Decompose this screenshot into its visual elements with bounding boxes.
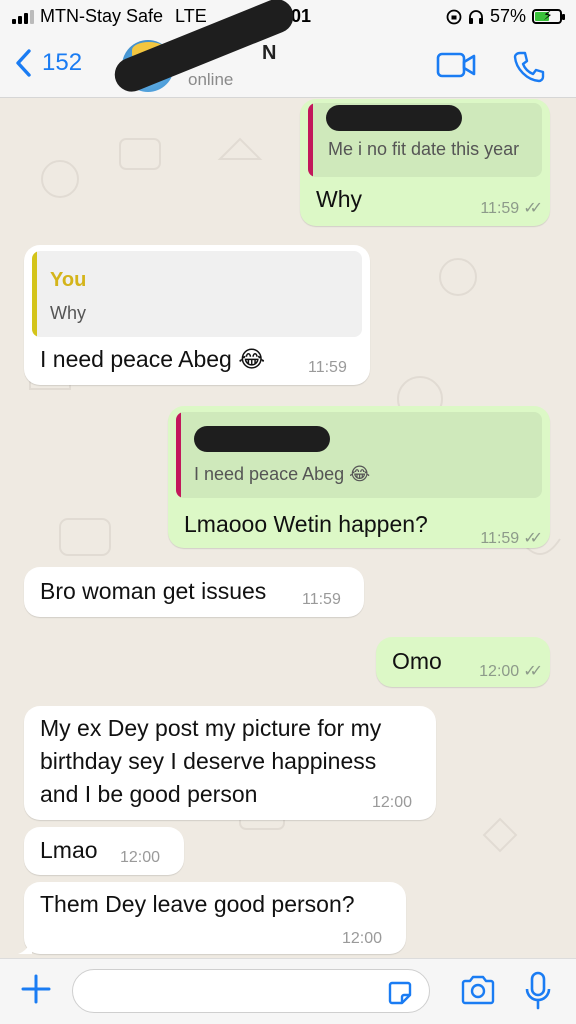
microphone-icon[interactable] — [524, 971, 552, 1011]
message-text: Lmao — [40, 837, 98, 863]
chat-header: 152 N online — [0, 0, 576, 98]
message-bubble-incoming[interactable]: Lmao 12:00 — [24, 827, 184, 875]
message-bubble-incoming[interactable]: You Why I need peace Abeg 😂 11:59 — [24, 245, 370, 385]
message-text: Lmaooo Wetin happen? — [184, 511, 428, 537]
quote-text: Me i no fit date this year — [328, 139, 520, 159]
message-text: Them Dey leave good person? — [40, 891, 355, 917]
chevron-left-icon — [16, 49, 31, 77]
message-composer — [0, 958, 576, 1024]
quoted-message[interactable]: I need peace Abeg 😂 — [176, 412, 542, 498]
orientation-lock-icon — [446, 9, 462, 24]
video-call-icon[interactable] — [436, 50, 476, 80]
read-ticks-icon: ✓✓ — [523, 663, 543, 680]
message-time: 12:00 ✓✓ — [479, 663, 543, 680]
quote-bar — [308, 103, 313, 177]
charging-icon: ⚡ — [543, 7, 553, 23]
message-line: birthday sey I deserve happiness — [40, 748, 377, 774]
message-input[interactable] — [72, 969, 430, 1013]
quote-bar — [176, 412, 181, 498]
message-time: 11:59 — [302, 591, 341, 608]
bubble-tail — [18, 940, 32, 954]
message-time: 11:59 ✓✓ — [480, 530, 543, 547]
quoted-message[interactable]: You Why — [32, 251, 362, 337]
message-bubble-incoming[interactable]: Them Dey leave good person? 12:00 — [18, 882, 406, 954]
message-bubble-incoming[interactable]: Bro woman get issues 11:59 — [24, 567, 364, 617]
message-bubble-outgoing[interactable]: Omo 12:00 ✓✓ — [376, 637, 550, 687]
message-time: 12:00 — [342, 930, 383, 947]
quote-text: Why — [50, 303, 86, 323]
read-ticks-icon: ✓✓ — [523, 200, 543, 217]
unread-count: 152 — [42, 49, 83, 76]
quote-author: You — [50, 269, 87, 291]
message-bubble-outgoing[interactable]: Me i no fit date this year Why 11:59 ✓✓ — [300, 99, 550, 226]
contact-status: online — [188, 70, 234, 89]
message-time: 11:59 — [308, 359, 347, 376]
quote-text: I need peace Abeg 😂 — [194, 464, 371, 484]
redaction-mark — [326, 105, 462, 131]
contact-name[interactable]: N — [262, 42, 276, 65]
camera-icon[interactable] — [460, 975, 496, 1005]
message-time: 12:00 — [120, 849, 161, 866]
back-button[interactable]: 152 — [14, 48, 82, 78]
message-bubble-incoming[interactable]: My ex Dey post my picture for my birthda… — [24, 706, 436, 820]
message-text: Bro woman get issues — [40, 578, 267, 604]
message-line: My ex Dey post my picture for my — [40, 715, 382, 741]
read-ticks-icon: ✓✓ — [523, 530, 543, 547]
message-text: Omo — [392, 648, 442, 674]
battery-percent: 57% — [489, 6, 526, 26]
status-right: 57% ⚡ — [446, 6, 565, 27]
headphones-icon — [468, 9, 483, 24]
chat-area[interactable]: Me i no fit date this year Why 11:59 ✓✓ Y… — [0, 99, 576, 958]
message-time: 11:59 ✓✓ — [480, 200, 543, 217]
message-text: Why — [316, 186, 362, 212]
message-bubble-outgoing[interactable]: I need peace Abeg 😂 Lmaooo Wetin happen?… — [168, 406, 550, 548]
quoted-message[interactable]: Me i no fit date this year — [308, 103, 542, 177]
message-time: 12:00 — [372, 794, 413, 811]
plus-icon[interactable] — [20, 973, 52, 1005]
battery-icon: ⚡ — [532, 7, 565, 24]
message-text: I need peace Abeg 😂 — [40, 346, 266, 372]
redaction-mark — [194, 426, 330, 452]
phone-call-icon[interactable] — [512, 50, 546, 84]
quote-bar — [32, 251, 37, 337]
sticker-icon[interactable] — [386, 979, 414, 1007]
message-line: and I be good person — [40, 781, 258, 807]
